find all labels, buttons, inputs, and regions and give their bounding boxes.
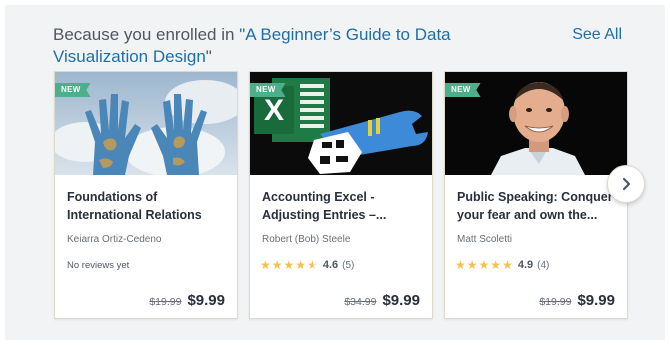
star-icon: ★ <box>455 258 466 272</box>
price-row: $19.99 $9.99 <box>539 292 615 309</box>
heading-prefix: Because you enrolled in <box>53 25 240 44</box>
course-card[interactable]: NEW Public Speaking: Conquer your fear a… <box>444 71 628 319</box>
star-rating: ★ ★ ★ ★ ★ <box>260 259 319 271</box>
chevron-right-icon <box>622 177 631 191</box>
price-row: $34.99 $9.99 <box>344 292 420 309</box>
svg-text:X: X <box>264 94 284 127</box>
original-price: $34.99 <box>344 296 377 308</box>
sale-price: $9.99 <box>577 292 615 309</box>
original-price: $19.99 <box>539 296 572 308</box>
course-title[interactable]: Public Speaking: Conquer your fear and o… <box>457 188 621 224</box>
star-icon: ★ <box>502 258 513 272</box>
half-star-icon: ★ <box>307 258 318 272</box>
course-rating: ★ ★ ★ ★ ★ 4.6 (5) <box>260 259 354 271</box>
section-heading: Because you enrolled in "A Beginner’s Gu… <box>53 24 523 68</box>
course-author: Keiarra Ortiz-Cedeno <box>67 234 162 245</box>
star-icon: ★ <box>478 258 490 272</box>
sale-price: $9.99 <box>382 292 420 309</box>
carousel-next-button[interactable] <box>607 165 645 203</box>
price-row: $19.99 $9.99 <box>149 292 225 309</box>
star-icon: ★ <box>295 258 307 272</box>
new-badge: NEW <box>55 83 91 97</box>
no-reviews-text: No reviews yet <box>67 260 130 271</box>
star-icon: ★ <box>260 258 271 272</box>
recommendation-panel: Because you enrolled in "A Beginner’s Gu… <box>5 5 665 340</box>
rating-count: (5) <box>342 259 355 271</box>
new-badge: NEW <box>250 83 286 97</box>
original-price: $19.99 <box>149 296 182 308</box>
course-card[interactable]: X NEW Accounting Excel - Adjusting Entri… <box>249 71 433 319</box>
course-card[interactable]: NEW Foundations of International Relatio… <box>54 71 238 319</box>
course-title[interactable]: Accounting Excel - Adjusting Entries –..… <box>262 188 426 224</box>
rating-count: (4) <box>537 259 550 271</box>
course-title[interactable]: Foundations of International Relations <box>67 188 231 224</box>
rating-value: 4.6 <box>322 259 339 271</box>
rating-value: 4.9 <box>517 259 534 271</box>
heading-quote-close: " <box>205 47 212 66</box>
star-icon: ★ <box>466 258 478 272</box>
see-all-link[interactable]: See All <box>572 26 622 44</box>
course-author: Robert (Bob) Steele <box>262 234 351 245</box>
star-icon: ★ <box>490 258 502 272</box>
sale-price: $9.99 <box>187 292 225 309</box>
star-rating: ★ ★ ★ ★ ★ <box>455 259 514 271</box>
star-icon: ★ <box>283 258 295 272</box>
new-badge: NEW <box>445 83 481 97</box>
course-rating: ★ ★ ★ ★ ★ 4.9 (4) <box>455 259 549 271</box>
course-author: Matt Scoletti <box>457 234 513 245</box>
star-icon: ★ <box>271 258 283 272</box>
